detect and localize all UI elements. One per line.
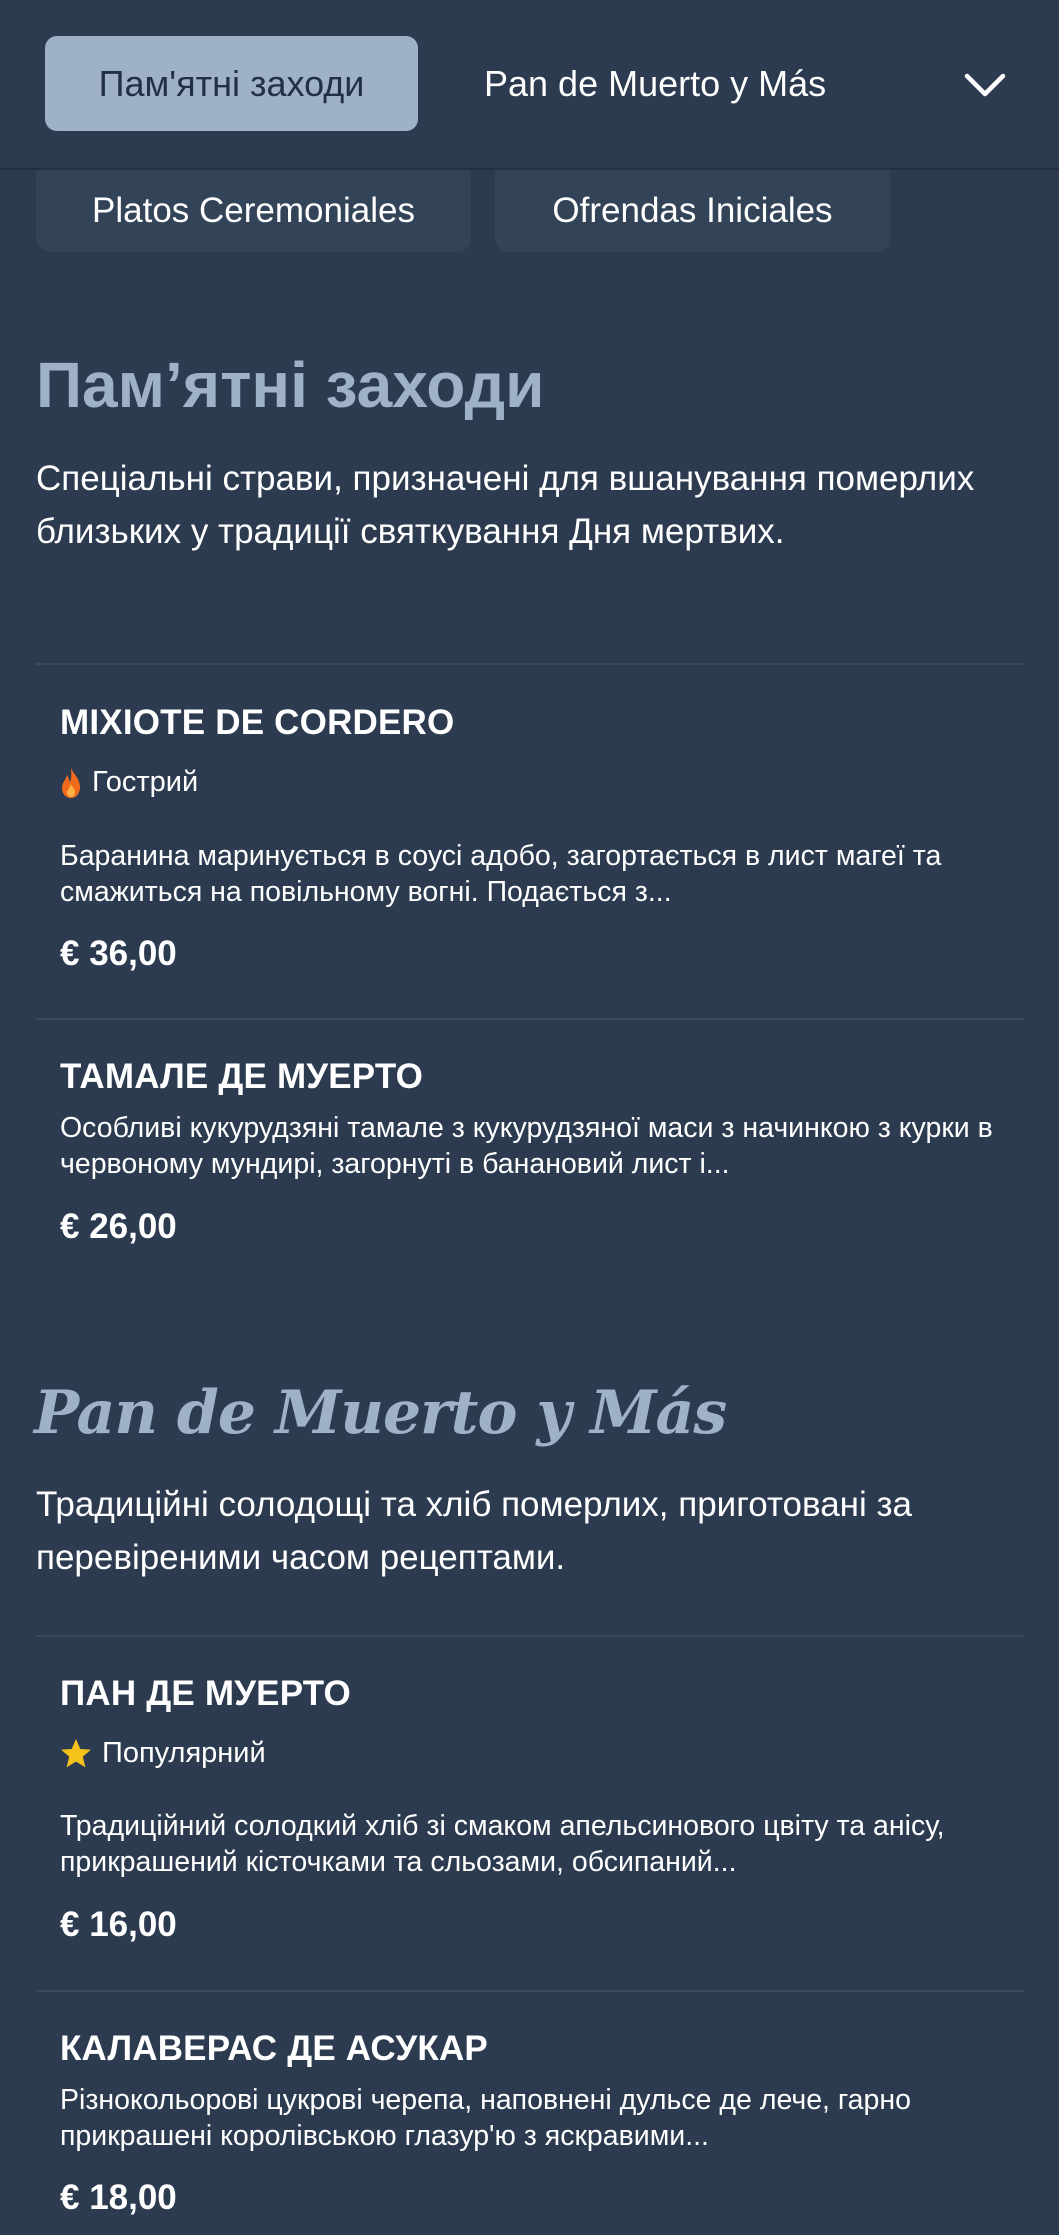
- subcategory-chips: Platos Ceremoniales Ofrendas Iniciales: [0, 170, 1059, 254]
- tag-label: Популярний: [102, 1737, 266, 1769]
- item-price: € 36,00: [60, 934, 177, 973]
- section-description: Спеціальні страви, призначені для вшанув…: [36, 459, 975, 551]
- tag-label: Гострий: [92, 766, 199, 798]
- item-name: ТАМАЛЕ ДЕ МУЕРТО: [60, 1057, 424, 1096]
- divider: [36, 1990, 1024, 1992]
- item-price: € 18,00: [60, 2178, 177, 2217]
- star-icon: [61, 1738, 91, 1767]
- category-nav: Пам'ятні заходи Pan de Muerto y Más: [0, 0, 1059, 170]
- divider: [36, 663, 1024, 665]
- section-description: Традиційні солодощі та хліб померлих, пр…: [36, 1485, 913, 1577]
- item-name: MIXIOTE DE CORDERO: [60, 703, 455, 742]
- chevron-down-icon[interactable]: [962, 62, 1008, 108]
- divider: [36, 1635, 1024, 1637]
- divider: [36, 1018, 1024, 1020]
- item-description: Різнокольорові цукрові черепа, наповнені…: [60, 2084, 911, 2152]
- item-price: € 26,00: [60, 1207, 177, 1246]
- item-tag: Популярний: [60, 1737, 266, 1770]
- item-name: КАЛАВЕРАС ДЕ АСУКАР: [60, 2029, 488, 2068]
- section-title: Pan de Muerto y Más: [34, 1378, 727, 1448]
- item-tag: Гострий: [60, 766, 198, 799]
- chip-ofrendas-iniciales[interactable]: Ofrendas Iniciales: [495, 170, 890, 252]
- tab-pan-de-muerto[interactable]: Pan de Muerto y Más: [484, 36, 826, 131]
- item-description: Особливі кукурудзяні тамале з кукурудзян…: [60, 1112, 993, 1180]
- tab-pamyatni-zakhody[interactable]: Пам'ятні заходи: [45, 36, 418, 131]
- chip-platos-ceremoniales[interactable]: Platos Ceremoniales: [36, 170, 471, 252]
- flame-icon: [62, 767, 80, 798]
- item-name: ПАН ДЕ МУЕРТО: [60, 1674, 351, 1713]
- item-description: Баранина маринується в соусі адобо, заго…: [60, 840, 942, 908]
- item-description: Традиційний солодкий хліб зі смаком апел…: [60, 1810, 945, 1878]
- item-price: € 16,00: [60, 1905, 177, 1944]
- section-title: Пам’ятні заходи: [36, 349, 545, 421]
